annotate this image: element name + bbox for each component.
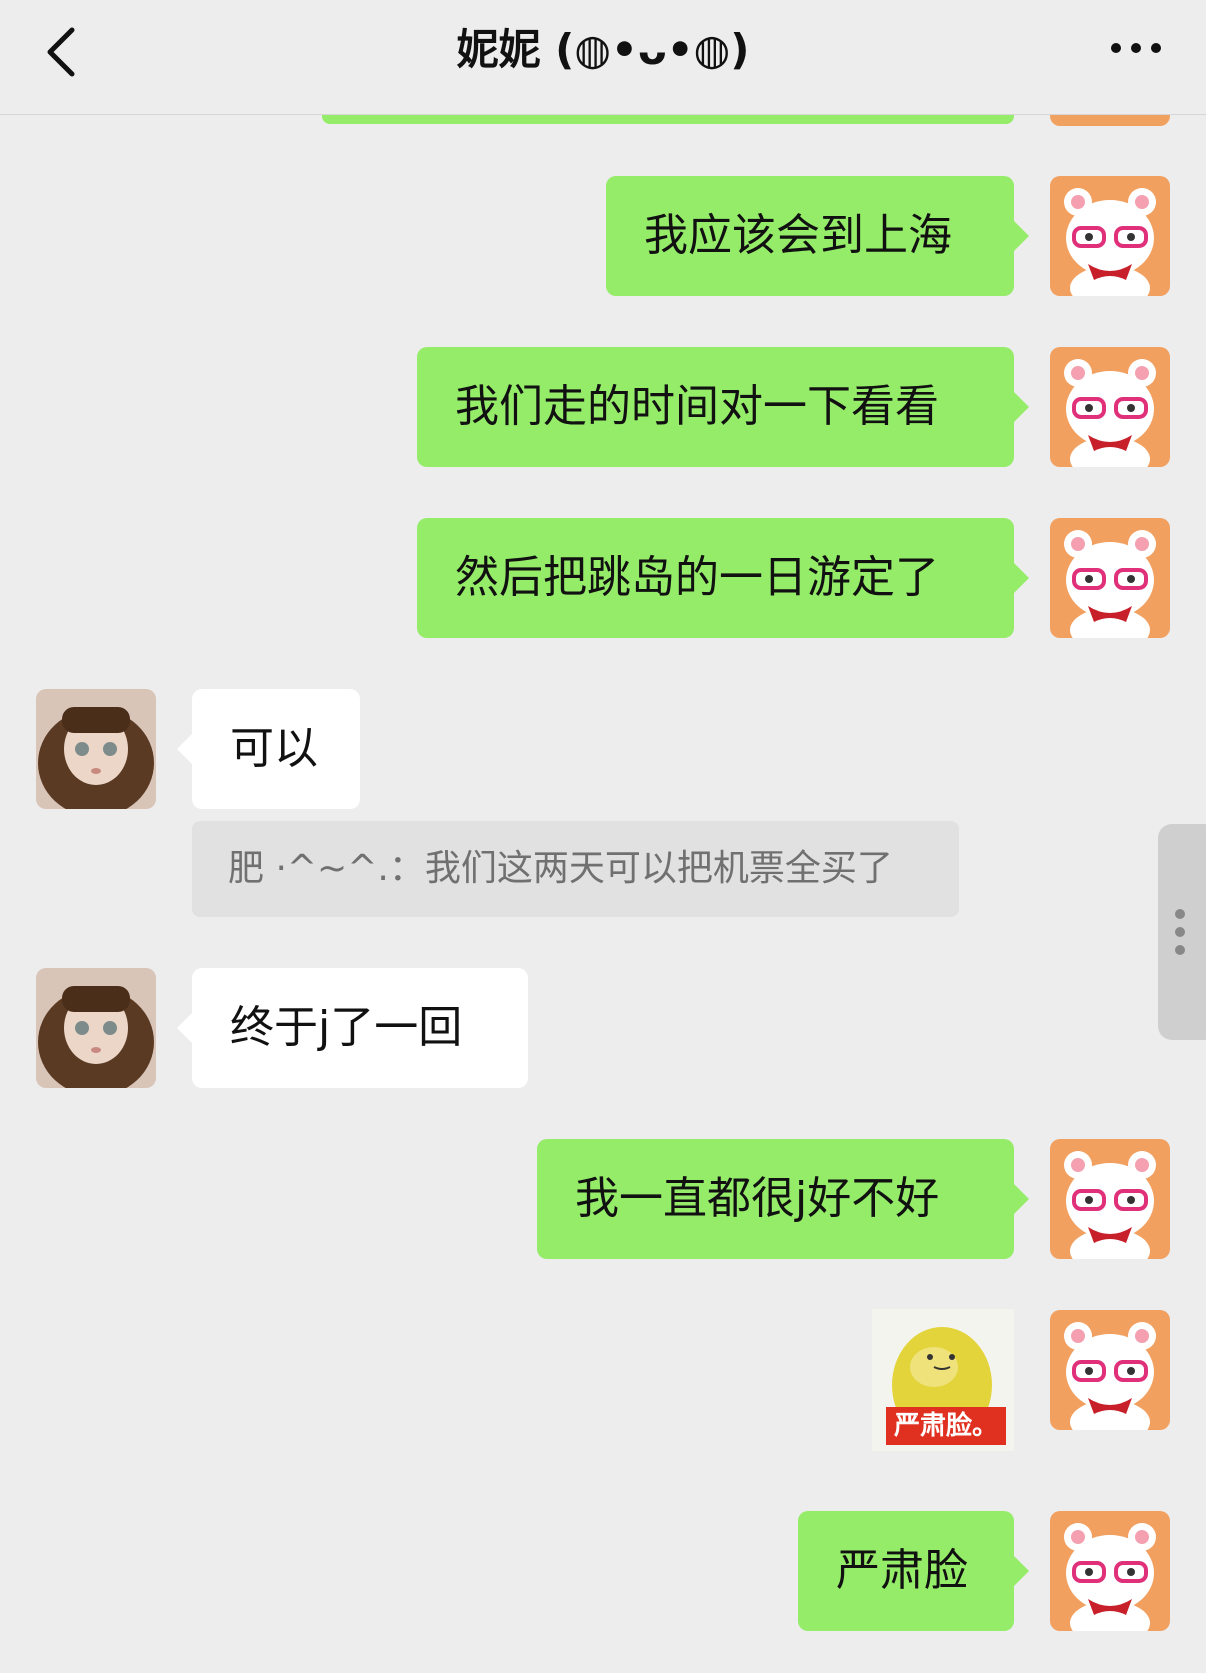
self-avatar[interactable]	[1050, 347, 1170, 467]
contact-avatar[interactable]	[36, 689, 156, 809]
message-bubble-self[interactable]: 严肃脸	[798, 1511, 1029, 1631]
more-dots-icon[interactable]	[1106, 30, 1166, 70]
chat-title: 妮妮 (◍•ᴗ•◍)	[456, 25, 750, 74]
message-bubble-other[interactable]: 终于j了一回	[177, 968, 528, 1088]
message-bubble-self[interactable]: 我应该会到上海	[606, 176, 1029, 296]
vertical-dots-icon	[1175, 909, 1185, 955]
sticker-message[interactable]: 严肃脸。	[872, 1309, 1014, 1451]
sticker-caption: 严肃脸。	[886, 1407, 1007, 1445]
self-avatar[interactable]	[1050, 1310, 1170, 1430]
message-bubble-other[interactable]: 可以	[177, 689, 360, 809]
chat-header: 妮妮 (◍•ᴗ•◍)	[0, 0, 1206, 115]
quoted-reply[interactable]: 肥 ·^~^.：我们这两天可以把机票全买了	[192, 821, 959, 917]
self-avatar[interactable]	[1050, 1511, 1170, 1631]
self-avatar[interactable]	[1050, 1139, 1170, 1259]
message-bubble-self[interactable]: 我一直都很j好不好	[537, 1139, 1029, 1259]
message-bubble-self[interactable]: 我们走的时间对一下看看	[417, 347, 1029, 467]
contact-avatar[interactable]	[36, 968, 156, 1088]
self-avatar[interactable]	[1050, 518, 1170, 638]
side-panel-handle[interactable]	[1158, 824, 1206, 1040]
message-bubble-self[interactable]: 然后把跳岛的一日游定了	[417, 518, 1029, 638]
self-avatar[interactable]	[1050, 176, 1170, 296]
